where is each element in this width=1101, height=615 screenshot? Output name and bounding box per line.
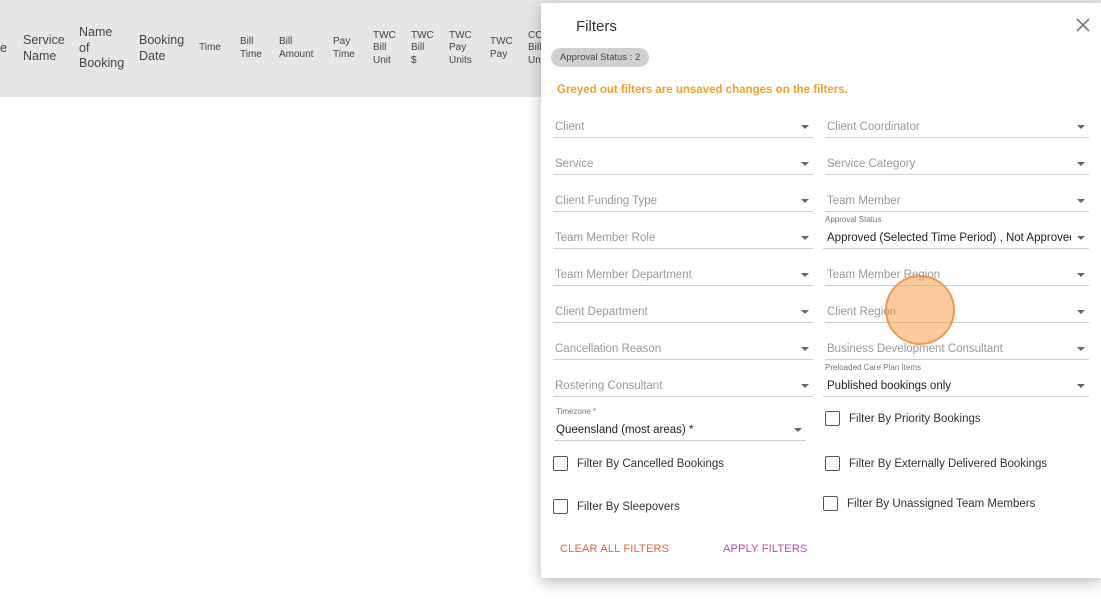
- clear-all-filters-button[interactable]: CLEAR ALL FILTERS: [560, 543, 669, 555]
- team-member-role-select[interactable]: Team Member Role: [553, 225, 813, 249]
- filter-priority-bookings-checkbox[interactable]: Filter By Priority Bookings: [825, 411, 981, 426]
- chevron-down-icon: [1077, 236, 1085, 240]
- dialog-title: Filters: [576, 18, 617, 35]
- column-header[interactable]: TWC Bill $: [411, 0, 434, 97]
- client-region-select[interactable]: Client Region: [825, 299, 1089, 323]
- client-department-select[interactable]: Client Department: [553, 299, 813, 323]
- chevron-down-icon: [1077, 273, 1085, 277]
- team-member-region-select[interactable]: Team Member Region: [825, 262, 1089, 286]
- chevron-down-icon: [801, 347, 809, 351]
- chevron-down-icon: [1077, 310, 1085, 314]
- service-category-select[interactable]: Service Category: [825, 151, 1089, 175]
- preloaded-care-plan-items-select[interactable]: Preloaded Care Plan Items Published book…: [823, 363, 1089, 397]
- team-member-department-select[interactable]: Team Member Department: [553, 262, 813, 286]
- chevron-down-icon: [801, 125, 809, 129]
- service-select[interactable]: Service: [553, 151, 813, 175]
- unsaved-changes-warning: Greyed out filters are unsaved changes o…: [557, 84, 848, 96]
- filter-externally-delivered-checkbox[interactable]: Filter By Externally Delivered Bookings: [825, 456, 1047, 471]
- filter-sleepovers-checkbox[interactable]: Filter By Sleepovers: [553, 499, 680, 514]
- chevron-down-icon: [1077, 199, 1085, 203]
- column-header[interactable]: Time: [199, 0, 221, 97]
- column-header[interactable]: TWC Pay: [490, 0, 513, 97]
- chevron-down-icon: [794, 428, 802, 432]
- column-header[interactable]: e: [0, 0, 7, 97]
- column-header[interactable]: TWC Bill Unit: [373, 0, 396, 97]
- client-funding-type-select[interactable]: Client Funding Type: [553, 188, 813, 212]
- chevron-down-icon: [801, 162, 809, 166]
- column-header[interactable]: Booking Date: [139, 0, 184, 97]
- chevron-down-icon: [801, 384, 809, 388]
- timezone-select[interactable]: Timezone * Queensland (most areas) *: [554, 407, 806, 441]
- chevron-down-icon: [1077, 347, 1085, 351]
- filter-cancelled-bookings-checkbox[interactable]: Filter By Cancelled Bookings: [553, 456, 724, 471]
- column-header[interactable]: Bill Time: [240, 0, 262, 97]
- column-header[interactable]: Name of Booking: [79, 0, 124, 97]
- apply-filters-button[interactable]: APPLY FILTERS: [723, 543, 808, 555]
- approval-status-chip[interactable]: Approval Status : 2: [551, 48, 650, 67]
- chevron-down-icon: [801, 310, 809, 314]
- chevron-down-icon: [1077, 384, 1085, 388]
- chevron-down-icon: [1077, 125, 1085, 129]
- column-header[interactable]: Pay Time: [333, 0, 355, 97]
- column-header[interactable]: Service Name: [23, 0, 65, 97]
- business-development-consultant-select[interactable]: Business Development Consultant: [825, 336, 1089, 360]
- cancellation-reason-select[interactable]: Cancellation Reason: [553, 336, 813, 360]
- chevron-down-icon: [1077, 162, 1085, 166]
- filters-dialog: Filters Approval Status : 2 Greyed out f…: [541, 3, 1101, 578]
- chevron-down-icon: [801, 273, 809, 277]
- chevron-down-icon: [801, 199, 809, 203]
- column-header[interactable]: TWC Pay Units: [449, 0, 472, 97]
- approval-status-select[interactable]: Approval Status Approved (Selected Time …: [823, 215, 1089, 249]
- column-header[interactable]: Bill Amount: [279, 0, 313, 97]
- client-coordinator-select[interactable]: Client Coordinator: [825, 114, 1089, 138]
- rostering-consultant-select[interactable]: Rostering Consultant: [553, 373, 813, 397]
- filter-unassigned-team-members-checkbox[interactable]: Filter By Unassigned Team Members: [823, 496, 1035, 511]
- client-select[interactable]: Client: [553, 114, 813, 138]
- chevron-down-icon: [801, 236, 809, 240]
- team-member-select[interactable]: Team Member: [825, 188, 1089, 212]
- close-icon[interactable]: [1075, 17, 1091, 33]
